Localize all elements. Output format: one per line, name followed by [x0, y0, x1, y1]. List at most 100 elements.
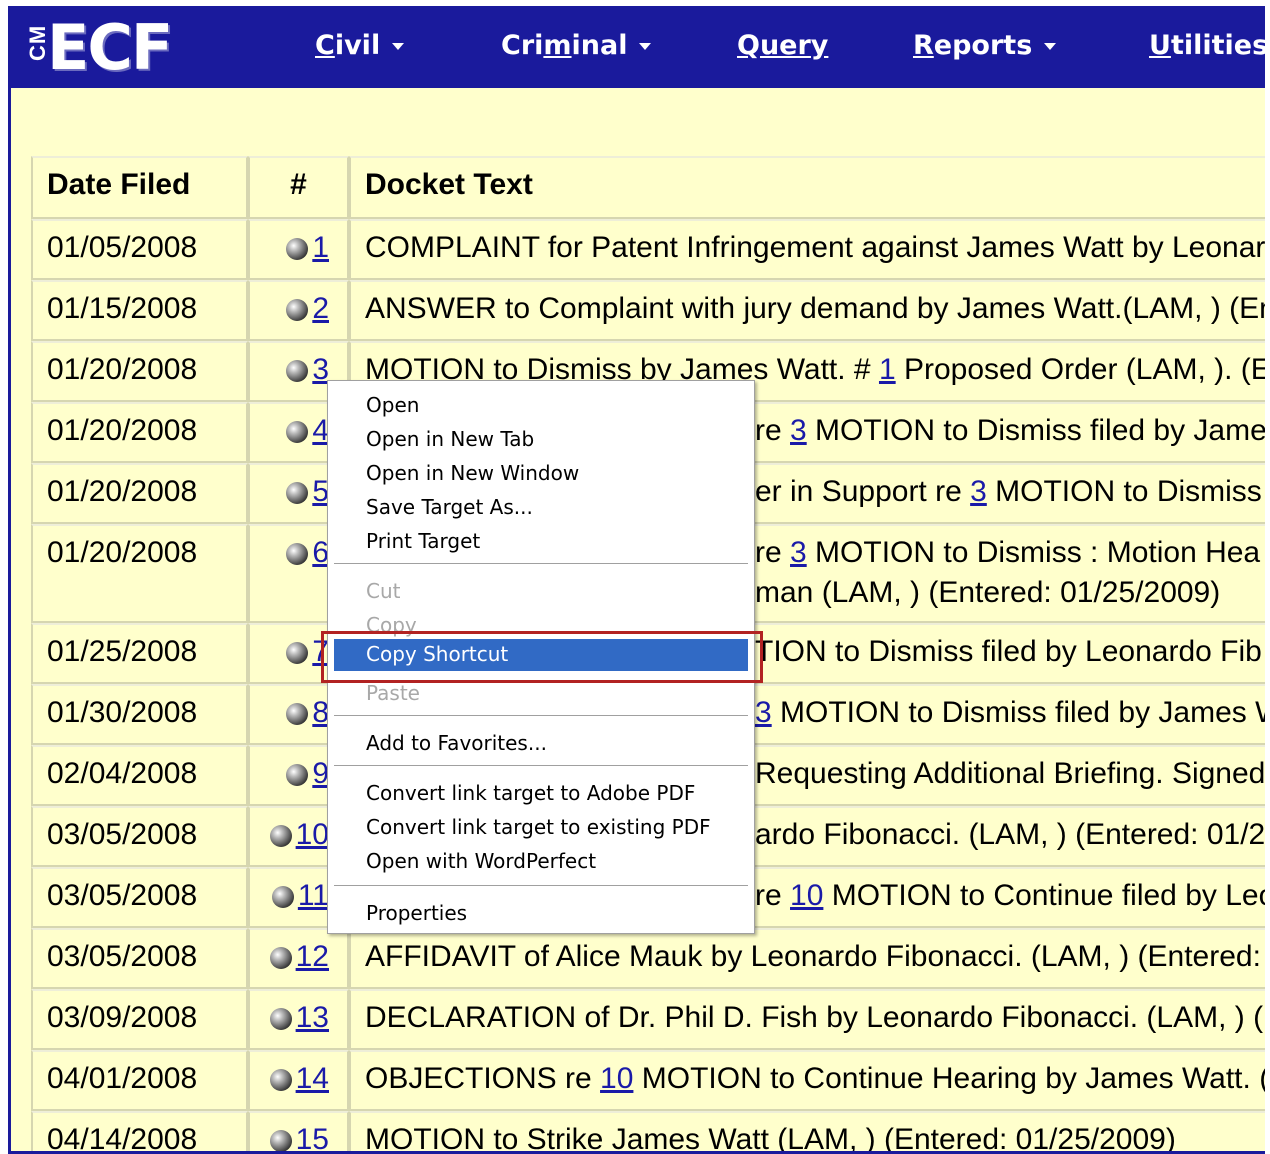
logo-cm-text: CM [25, 24, 50, 61]
document-ball-icon[interactable] [269, 825, 292, 848]
chevron-down-icon [392, 43, 405, 50]
table-row-doc-number: 1 [248, 219, 349, 280]
docket-text-line: OBJECTIONS re 10 MOTION to Continue Hear… [365, 1062, 1265, 1095]
menu-item-convert-existing-pdf[interactable]: Convert link target to existing PDF [366, 815, 711, 839]
table-row-docket-text: ANSWER to Complaint with jury demand by … [349, 280, 1265, 341]
table-row-date: 01/25/2008 [31, 623, 248, 684]
document-link[interactable]: 11 [298, 879, 329, 912]
table-row-date: 01/20/2008 [31, 524, 248, 623]
menu-item-properties[interactable]: Properties [366, 901, 467, 925]
document-link[interactable]: 10 [296, 818, 329, 851]
table-row-doc-number: 2 [248, 280, 349, 341]
table-row-docket-text: COMPLAINT for Patent Infringement agains… [349, 219, 1265, 280]
nav-reports-menu[interactable]: Reports [913, 30, 1057, 61]
menu-item-open[interactable]: Open [366, 393, 419, 417]
document-ball-icon[interactable] [286, 543, 309, 566]
nav-civil-rest: ivil [334, 30, 381, 61]
menu-item-cut: Cut [366, 579, 401, 603]
menu-item-open-new-window[interactable]: Open in New Window [366, 461, 579, 485]
table-row-doc-number: 14 [248, 1050, 349, 1111]
table-row-doc-number: 15 [248, 1111, 349, 1151]
table-row-date: 02/04/2008 [31, 745, 248, 806]
table-row-docket-text: OBJECTIONS re 10 MOTION to Continue Hear… [349, 1050, 1265, 1111]
menu-item-open-new-tab[interactable]: Open in New Tab [366, 427, 534, 451]
table-row-date: 03/05/2008 [31, 928, 248, 989]
docket-text-line: AFFIDAVIT of Alice Mauk by Leonardo Fibo… [365, 940, 1261, 973]
docket-reference-link[interactable]: 3 [755, 696, 772, 729]
document-ball-icon[interactable] [269, 1130, 292, 1151]
header-date-filed: Date Filed [31, 156, 248, 219]
document-ball-icon[interactable] [286, 421, 309, 444]
table-row-date: 01/30/2008 [31, 684, 248, 745]
document-ball-icon[interactable] [286, 482, 309, 505]
docket-reference-link[interactable]: 10 [600, 1062, 633, 1095]
document-ball-icon[interactable] [286, 642, 309, 665]
table-row-date: 01/20/2008 [31, 463, 248, 524]
document-ball-icon[interactable] [286, 703, 309, 726]
table-row-docket-text: AFFIDAVIT of Alice Mauk by Leonardo Fibo… [349, 928, 1265, 989]
nav-civil-label: Civil [315, 30, 381, 61]
docket-text-line: DECLARATION of Dr. Phil D. Fish by Leona… [365, 1001, 1264, 1034]
document-link[interactable]: 14 [296, 1062, 329, 1095]
nav-utilities-label: Utilities [1149, 30, 1265, 61]
menu-separator [334, 715, 748, 717]
table-row-date: 03/05/2008 [31, 806, 248, 867]
docket-reference-link[interactable]: 3 [790, 536, 807, 569]
table-row-date: 01/20/2008 [31, 341, 248, 402]
table-row-date: 03/05/2008 [31, 867, 248, 928]
docket-reference-link[interactable]: 3 [790, 414, 807, 447]
table-row-date: 04/14/2008 [31, 1111, 248, 1151]
nav-reports-label: Reports [913, 30, 1033, 61]
document-link[interactable]: 15 [296, 1123, 329, 1151]
menu-item-add-to-favorites[interactable]: Add to Favorites... [366, 731, 547, 755]
chevron-down-icon [1044, 43, 1057, 50]
docket-text-line: COMPLAINT for Patent Infringement agains… [365, 231, 1265, 264]
cmecf-logo: CM ECF [25, 11, 173, 84]
nav-criminal-label: Criminal [501, 30, 628, 61]
table-row-date: 01/15/2008 [31, 280, 248, 341]
nav-query-label: Query [737, 30, 829, 61]
document-ball-icon[interactable] [286, 764, 309, 787]
table-row-date: 04/01/2008 [31, 1050, 248, 1111]
menu-separator [334, 563, 748, 565]
document-ball-icon[interactable] [286, 238, 309, 261]
document-ball-icon[interactable] [269, 1008, 292, 1031]
table-row-date: 01/05/2008 [31, 219, 248, 280]
docket-reference-link[interactable]: 3 [970, 475, 987, 508]
docket-reference-link[interactable]: 1 [879, 353, 896, 386]
logo-ecf-text: ECF [47, 11, 173, 84]
document-link[interactable]: 2 [312, 292, 329, 325]
menu-separator [334, 885, 748, 887]
docket-text-line: MOTION to Strike James Watt (LAM, ) (Ent… [365, 1123, 1176, 1154]
nav-civil-menu[interactable]: Civil [315, 30, 405, 61]
document-ball-icon[interactable] [286, 299, 309, 322]
menu-item-convert-adobe-pdf[interactable]: Convert link target to Adobe PDF [366, 781, 695, 805]
header-doc-number: # [248, 156, 349, 219]
menu-separator [334, 765, 748, 767]
table-row-docket-text: MOTION to Strike James Watt (LAM, ) (Ent… [349, 1111, 1265, 1154]
document-ball-icon[interactable] [269, 1069, 292, 1092]
nav-criminal-menu[interactable]: Criminal [501, 30, 652, 61]
menu-item-save-target-as[interactable]: Save Target As... [366, 495, 533, 519]
annotation-highlight-box [321, 631, 763, 683]
document-ball-icon[interactable] [286, 360, 309, 383]
nav-query-link[interactable]: Query [737, 30, 828, 61]
chevron-down-icon [639, 43, 652, 50]
document-link[interactable]: 12 [296, 940, 329, 973]
nav-utilities-menu[interactable]: Utilities [1149, 30, 1265, 61]
table-row-date: 03/09/2008 [31, 989, 248, 1050]
document-link[interactable]: 13 [296, 1001, 329, 1034]
table-row-doc-number: 12 [248, 928, 349, 989]
menu-item-open-wordperfect[interactable]: Open with WordPerfect [366, 849, 596, 873]
document-link[interactable]: 1 [312, 231, 329, 264]
header-docket-text: Docket Text [349, 156, 1265, 219]
docket-text-line: ANSWER to Complaint with jury demand by … [365, 292, 1265, 325]
top-navbar: CM ECF Civil Criminal Query Reports Util… [11, 6, 1265, 88]
docket-reference-link[interactable]: 10 [790, 879, 823, 912]
menu-item-print-target[interactable]: Print Target [366, 529, 480, 553]
table-row-date: 01/20/2008 [31, 402, 248, 463]
document-ball-icon[interactable] [271, 886, 294, 909]
document-ball-icon[interactable] [269, 947, 292, 970]
menu-item-paste: Paste [366, 681, 420, 705]
table-row-doc-number: 13 [248, 989, 349, 1050]
